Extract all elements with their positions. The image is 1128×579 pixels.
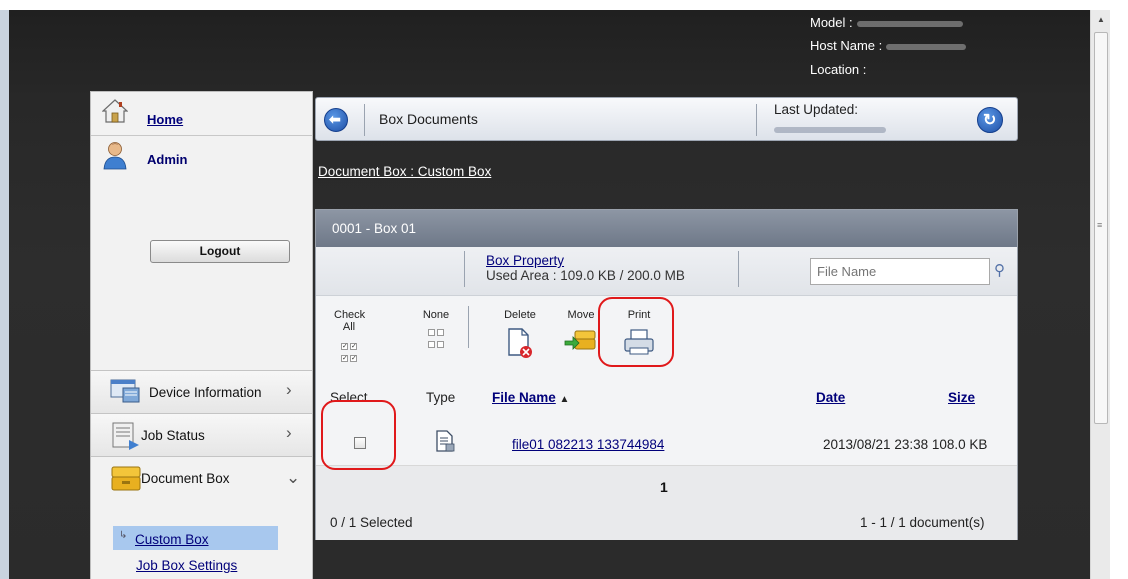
- size-column-header[interactable]: Size: [948, 390, 975, 405]
- box-documents-panel: 0001 - Box 01 Box Property Used Area : 1…: [315, 209, 1018, 540]
- document-box-icon: [111, 466, 141, 491]
- home-link[interactable]: Home: [147, 112, 183, 127]
- host-value-redacted: [886, 43, 967, 50]
- web-page: Model : Host Name : Location : Home Admi…: [9, 10, 1090, 579]
- job-box-settings-link[interactable]: Job Box Settings: [136, 558, 237, 573]
- file-list-header: Select Type File Name ▲ Date Size: [316, 378, 1017, 410]
- custom-box-link[interactable]: Custom Box: [135, 532, 209, 547]
- location-line: Location :: [810, 62, 866, 77]
- job-status-icon: [112, 422, 139, 450]
- user-avatar-icon: [103, 142, 127, 170]
- location-label: Location :: [810, 62, 867, 77]
- sidebar-item-custom-box[interactable]: ↳ Custom Box: [113, 526, 278, 550]
- chevron-right-icon: ›: [286, 423, 292, 442]
- nav-device-information[interactable]: Device Information ›: [91, 370, 312, 413]
- move-to-box-icon: [564, 330, 596, 350]
- file-date-size: 2013/08/21 23:38 108.0 KB: [823, 437, 988, 452]
- search-icon[interactable]: ⚲: [994, 261, 1005, 279]
- move-label: Move: [567, 309, 595, 321]
- home-icon: [102, 99, 128, 123]
- document-type-icon: [436, 430, 455, 452]
- device-info-icon: [110, 379, 140, 403]
- model-line: Model :: [810, 15, 963, 30]
- last-updated-label: Last Updated:: [774, 102, 859, 117]
- file-name-search-input[interactable]: [810, 258, 990, 285]
- refresh-icon: ↻: [983, 112, 997, 129]
- table-row: file01 082213 133744984 2013/08/21 23:38…: [316, 410, 1017, 465]
- print-highlight-ring: [598, 297, 674, 367]
- toolbar-divider: [364, 104, 365, 136]
- move-button[interactable]: Move: [563, 309, 599, 355]
- box-title: 0001 - Box 01: [332, 221, 417, 236]
- delete-label: Delete: [504, 309, 536, 321]
- nav-device-information-label: Device Information: [149, 385, 262, 400]
- host-label: Host Name :: [810, 38, 883, 53]
- check-all-icon: ✓ ✓ ✓ ✓: [341, 343, 357, 362]
- check-all-label: Check All: [334, 309, 366, 333]
- logout-button[interactable]: Logout: [150, 240, 290, 263]
- breadcrumb[interactable]: Document Box : Custom Box: [318, 164, 491, 179]
- scroll-thumb[interactable]: ≡: [1094, 32, 1108, 424]
- checkbox-highlight-ring: [321, 400, 396, 470]
- type-column-header: Type: [426, 390, 456, 405]
- scroll-grip-icon: ≡: [1097, 220, 1103, 230]
- file-name-column-header[interactable]: File Name ▲: [492, 390, 569, 405]
- chevron-down-icon: ⌄: [286, 468, 301, 487]
- selected-count: 0 / 1 Selected: [330, 515, 413, 530]
- page-number[interactable]: 1: [660, 479, 668, 495]
- delete-document-icon: [508, 328, 532, 358]
- host-line: Host Name :: [810, 38, 967, 53]
- box-header: 0001 - Box 01: [316, 210, 1017, 247]
- select-none-icon: [421, 327, 451, 351]
- back-button[interactable]: ⬅: [324, 108, 348, 132]
- browser-frame: Model : Host Name : Location : Home Admi…: [0, 0, 1128, 579]
- divider: [468, 306, 469, 348]
- nav-document-box[interactable]: Document Box ⌄: [91, 456, 312, 499]
- back-arrow-icon: ⬅: [329, 111, 341, 127]
- window-left-edge: [0, 10, 9, 579]
- select-none-button[interactable]: None: [421, 309, 451, 351]
- used-area-text: Used Area : 109.0 KB / 200.0 MB: [486, 268, 685, 283]
- nav-job-status[interactable]: Job Status ›: [91, 413, 312, 456]
- nav-job-status-label: Job Status: [141, 428, 205, 443]
- model-value-redacted: [856, 20, 963, 27]
- sidebar: Home Admin Logout Device Information › J…: [90, 91, 313, 579]
- current-item-arrow-icon: ↳: [119, 530, 128, 541]
- document-count: 1 - 1 / 1 document(s): [860, 515, 985, 530]
- scroll-up-arrow-icon[interactable]: ▲: [1094, 13, 1108, 27]
- vertical-scrollbar[interactable]: ▲ ≡: [1090, 10, 1110, 579]
- user-row: Admin: [91, 136, 312, 196]
- divider: [464, 251, 465, 287]
- last-updated-value-redacted: [774, 127, 886, 133]
- pagination: 1: [316, 465, 1017, 503]
- list-footer: 0 / 1 Selected 1 - 1 / 1 document(s): [316, 503, 1017, 540]
- user-name-label: Admin: [147, 152, 188, 167]
- box-property-link[interactable]: Box Property: [486, 253, 564, 268]
- page-toolbar: ⬅ Box Documents Last Updated: ↻: [315, 97, 1018, 141]
- window-right-edge: [1110, 10, 1128, 579]
- delete-button[interactable]: Delete: [500, 309, 540, 359]
- toolbar-divider: [756, 104, 757, 136]
- none-label: None: [422, 309, 450, 321]
- page-title: Box Documents: [379, 111, 478, 127]
- divider: [738, 251, 739, 287]
- check-all-button[interactable]: Check All ✓ ✓ ✓ ✓: [334, 309, 366, 363]
- sort-ascending-icon: ▲: [559, 394, 570, 405]
- date-column-header[interactable]: Date: [816, 390, 845, 405]
- file-name-sort-link[interactable]: File Name: [492, 390, 556, 405]
- model-label: Model :: [810, 15, 853, 30]
- chevron-right-icon: ›: [286, 380, 292, 399]
- nav-document-box-label: Document Box: [141, 471, 230, 486]
- home-row[interactable]: Home: [91, 92, 312, 136]
- refresh-button[interactable]: ↻: [977, 107, 1003, 133]
- file-name-link[interactable]: file01 082213 133744984: [512, 437, 664, 452]
- box-property-row: Box Property Used Area : 109.0 KB / 200.…: [316, 247, 1017, 296]
